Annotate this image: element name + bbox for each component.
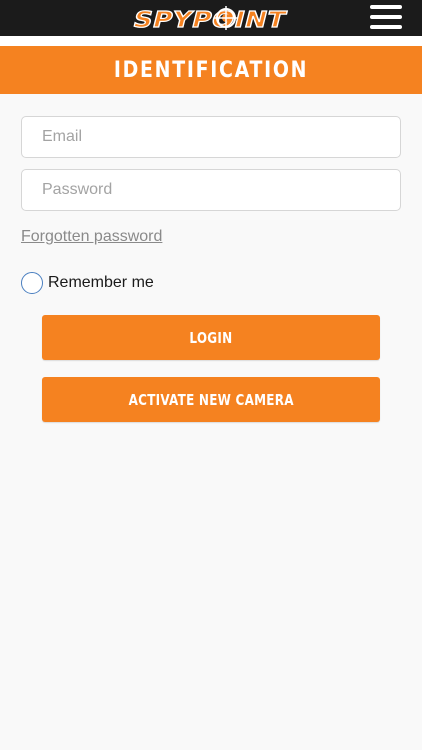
page-title: IDENTIFICATION	[113, 57, 309, 83]
email-field[interactable]	[21, 116, 401, 158]
remember-me-label: Remember me	[48, 274, 154, 291]
activate-new-camera-button[interactable]: ACTIVATE NEW CAMERA	[42, 377, 380, 422]
login-button-label: LOGIN	[189, 328, 233, 347]
header-divider	[0, 36, 422, 46]
top-navbar: SPYPOINT	[0, 0, 422, 36]
password-field[interactable]	[21, 169, 401, 211]
login-button[interactable]: LOGIN	[42, 315, 380, 360]
remember-me-toggle[interactable]: Remember me	[21, 270, 154, 296]
spypoint-logo[interactable]: SPYPOINT	[126, 3, 296, 33]
activate-button-label: ACTIVATE NEW CAMERA	[128, 390, 294, 409]
forgot-password-link[interactable]: Forgotten password	[21, 228, 162, 246]
remember-me-radio[interactable]	[21, 272, 43, 294]
page-title-bar: IDENTIFICATION	[0, 46, 422, 94]
logo-wordmark: SPYPOINT	[131, 7, 290, 33]
hamburger-menu-icon[interactable]	[370, 5, 402, 31]
